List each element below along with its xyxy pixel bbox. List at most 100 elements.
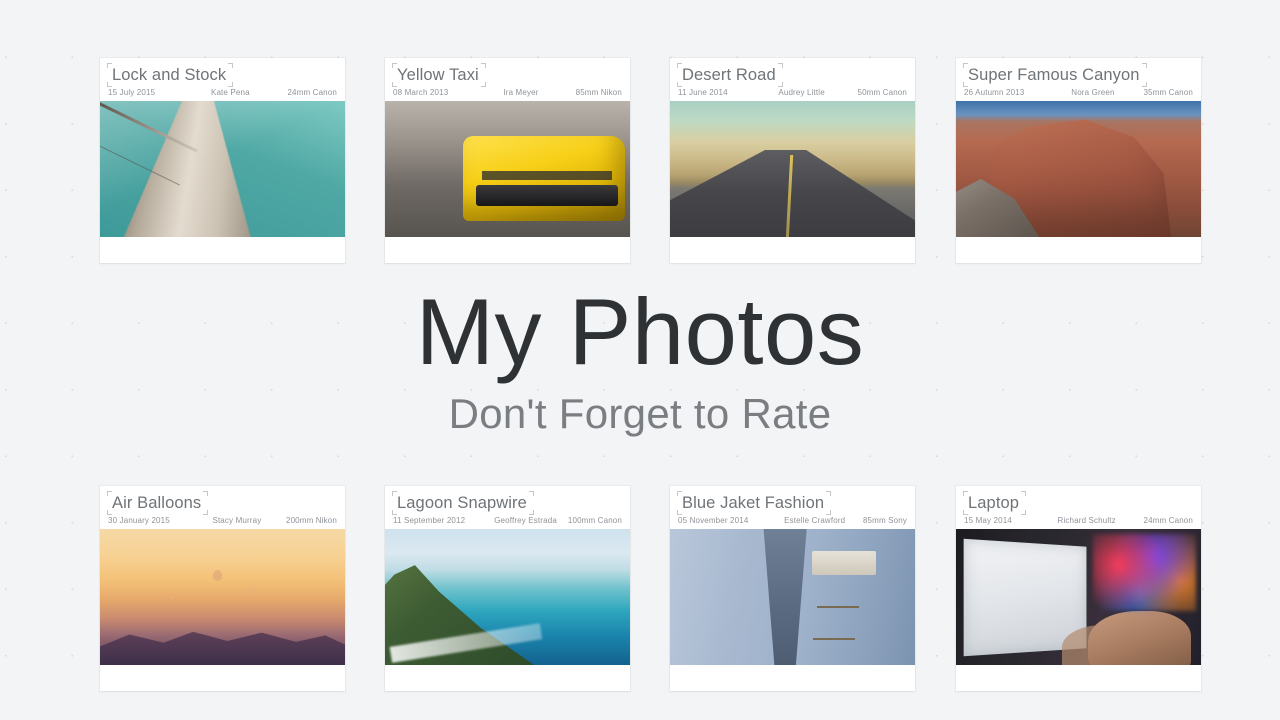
photo-card[interactable]: Yellow Taxi 08 March 2013 Ira Meyer 85mm…: [385, 58, 630, 263]
card-lens: 24mm Canon: [1143, 516, 1193, 525]
corner-bracket-bottom-left-icon: [677, 82, 682, 87]
corner-bracket-top-left-icon: [107, 491, 112, 496]
page-subtitle: Don't Forget to Rate: [448, 390, 832, 437]
photo-card[interactable]: Laptop 15 May 2014 Richard Schultz 24mm …: [956, 486, 1201, 691]
card-title: Lagoon Snapwire: [397, 494, 527, 512]
card-header: Lock and Stock: [100, 58, 345, 87]
corner-bracket-top-right-icon: [528, 491, 534, 496]
card-meta: 11 June 2014 Audrey Little 50mm Canon: [670, 86, 915, 101]
corner-bracket-top-right-icon: [480, 63, 486, 68]
card-title: Lock and Stock: [112, 66, 227, 84]
card-header: Air Balloons: [100, 486, 345, 515]
card-title-frame: Desert Road: [677, 63, 783, 87]
card-author: Nora Green: [1071, 88, 1115, 97]
card-date: 15 July 2015: [108, 88, 156, 97]
card-header: Super Famous Canyon: [956, 58, 1201, 87]
photo-card[interactable]: Desert Road 11 June 2014 Audrey Little 5…: [670, 58, 915, 263]
card-author: Geoffrey Estrada: [494, 516, 557, 525]
card-title-frame: Lagoon Snapwire: [392, 491, 534, 515]
card-meta: 30 January 2015 Stacy Murray 200mm Nikon: [100, 514, 345, 529]
card-footer: [670, 665, 915, 691]
card-photo-bridge-tower[interactable]: [100, 101, 345, 237]
card-lens: 85mm Sony: [862, 516, 907, 525]
card-header: Lagoon Snapwire: [385, 486, 630, 515]
card-footer: [100, 665, 345, 691]
card-date: 05 November 2014: [678, 516, 749, 525]
card-footer: [385, 237, 630, 263]
corner-bracket-bottom-right-icon: [480, 82, 486, 87]
card-meta: 26 Autumn 2013 Nora Green 35mm Canon: [956, 86, 1201, 101]
card-lens: 100mm Canon: [567, 516, 622, 525]
card-meta: 11 September 2012 Geoffrey Estrada 100mm…: [385, 514, 630, 529]
card-photo-blue-jacket[interactable]: [670, 529, 915, 665]
card-title: Yellow Taxi: [397, 66, 479, 84]
corner-bracket-bottom-left-icon: [963, 82, 968, 87]
card-date: 26 Autumn 2013: [964, 88, 1025, 97]
card-author: Stacy Murray: [212, 516, 262, 525]
corner-bracket-top-left-icon: [963, 63, 968, 68]
card-date: 08 March 2013: [393, 88, 449, 97]
card-photo-yellow-taxi[interactable]: [385, 101, 630, 237]
card-date: 11 June 2014: [678, 88, 728, 97]
corner-bracket-top-left-icon: [392, 63, 397, 68]
card-meta: 08 March 2013 Ira Meyer 85mm Nikon: [385, 86, 630, 101]
card-header: Desert Road: [670, 58, 915, 87]
card-title-frame: Lock and Stock: [107, 63, 234, 87]
corner-bracket-bottom-right-icon: [777, 82, 783, 87]
card-photo-lagoon[interactable]: [385, 529, 630, 665]
corner-bracket-top-right-icon: [826, 491, 832, 496]
corner-bracket-bottom-right-icon: [1141, 82, 1147, 87]
card-title-frame: Air Balloons: [107, 491, 209, 515]
corner-bracket-top-left-icon: [677, 63, 682, 68]
corner-bracket-top-left-icon: [677, 491, 682, 496]
card-author: Kate Pena: [210, 88, 250, 97]
corner-bracket-bottom-left-icon: [963, 510, 968, 515]
card-author: Ira Meyer: [503, 88, 539, 97]
card-header: Blue Jaket Fashion: [670, 486, 915, 515]
corner-bracket-top-right-icon: [1021, 491, 1027, 496]
hand-shape: [1088, 610, 1192, 665]
corner-bracket-top-right-icon: [1141, 63, 1147, 68]
photo-card[interactable]: Super Famous Canyon 26 Autumn 2013 Nora …: [956, 58, 1201, 263]
corner-bracket-bottom-left-icon: [392, 510, 397, 515]
card-date: 15 May 2014: [964, 516, 1012, 525]
card-title: Air Balloons: [112, 494, 202, 512]
card-photo-air-balloons[interactable]: [100, 529, 345, 665]
card-title: Blue Jaket Fashion: [682, 494, 825, 512]
card-header: Yellow Taxi: [385, 58, 630, 87]
photo-card[interactable]: Lock and Stock 15 July 2015 Kate Pena 24…: [100, 58, 345, 263]
card-title-frame: Super Famous Canyon: [963, 63, 1147, 87]
corner-bracket-bottom-right-icon: [228, 82, 234, 87]
corner-bracket-top-left-icon: [107, 63, 112, 68]
card-footer: [670, 237, 915, 263]
corner-bracket-bottom-right-icon: [1021, 510, 1027, 515]
card-date: 30 January 2015: [108, 516, 170, 525]
card-lens: 35mm Canon: [1143, 88, 1193, 97]
card-footer: [385, 665, 630, 691]
card-photo-red-rock-canyon[interactable]: [956, 101, 1201, 237]
card-meta: 15 May 2014 Richard Schultz 24mm Canon: [956, 514, 1201, 529]
card-lens: 50mm Canon: [857, 88, 907, 97]
photo-card[interactable]: Blue Jaket Fashion 05 November 2014 Este…: [670, 486, 915, 691]
card-footer: [956, 665, 1201, 691]
card-lens: 24mm Canon: [287, 88, 337, 97]
card-photo-desert-road[interactable]: [670, 101, 915, 237]
corner-bracket-bottom-left-icon: [392, 82, 397, 87]
photo-card[interactable]: Air Balloons 30 January 2015 Stacy Murra…: [100, 486, 345, 691]
card-photo-laptop[interactable]: [956, 529, 1201, 665]
corner-bracket-bottom-right-icon: [826, 510, 832, 515]
photo-card[interactable]: Lagoon Snapwire 11 September 2012 Geoffr…: [385, 486, 630, 691]
corner-bracket-top-right-icon: [228, 63, 234, 68]
card-meta: 15 July 2015 Kate Pena 24mm Canon: [100, 86, 345, 101]
card-meta: 05 November 2014 Estelle Crawford 85mm S…: [670, 514, 915, 529]
card-date: 11 September 2012: [393, 516, 466, 525]
corner-bracket-top-right-icon: [203, 491, 209, 496]
corner-bracket-bottom-left-icon: [107, 510, 112, 515]
card-title-frame: Blue Jaket Fashion: [677, 491, 832, 515]
card-title: Super Famous Canyon: [968, 66, 1140, 84]
card-author: Richard Schultz: [1057, 516, 1116, 525]
card-title-frame: Yellow Taxi: [392, 63, 486, 87]
card-author: Audrey Little: [778, 88, 825, 97]
card-header: Laptop: [956, 486, 1201, 515]
corner-bracket-bottom-right-icon: [528, 510, 534, 515]
